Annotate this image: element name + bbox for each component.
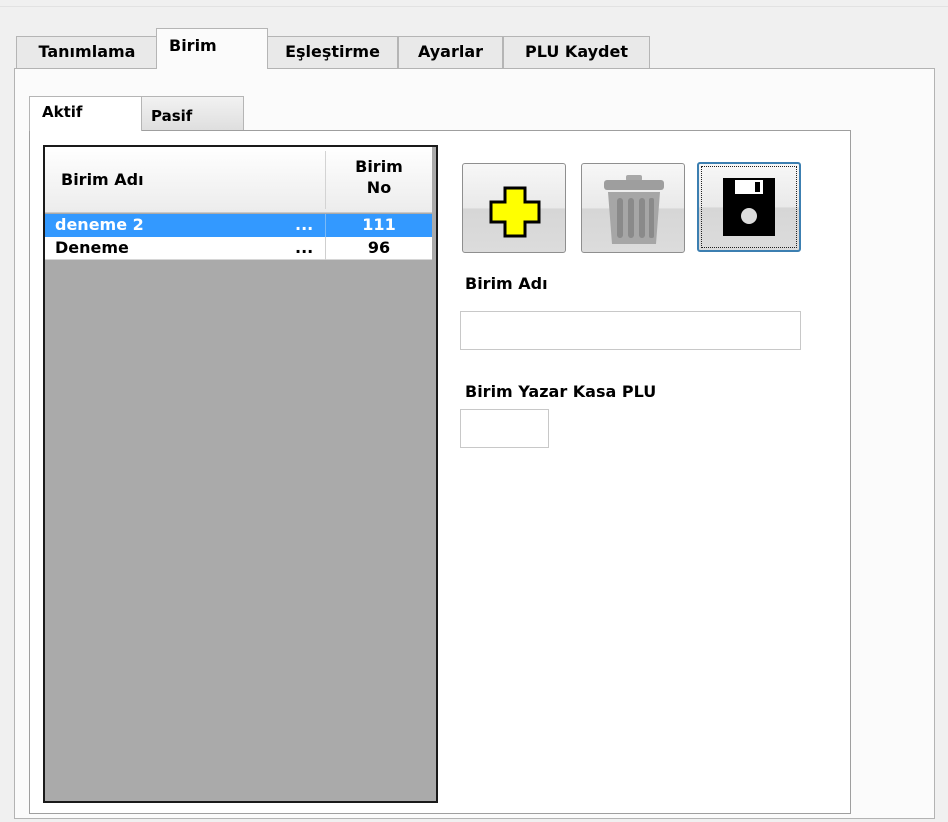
tab-pasif[interactable]: Pasif: [141, 96, 244, 131]
table-row[interactable]: Deneme ... 96: [45, 237, 432, 260]
row-birim-no: 96: [367, 238, 391, 257]
tab-ayarlar-label: Ayarlar: [417, 42, 484, 61]
tab-aktif-label: Aktif: [42, 103, 83, 121]
column-header-birim-no[interactable]: Birim No: [326, 147, 432, 213]
tab-ayarlar[interactable]: Ayarlar: [398, 36, 503, 70]
save-button[interactable]: [697, 162, 801, 252]
birim-grid[interactable]: Birim Adı Birim No deneme 2 ... 111 Dene…: [43, 145, 438, 803]
table-row[interactable]: deneme 2 ... 111: [45, 214, 432, 237]
column-header-birim-no-line2: No: [366, 178, 392, 197]
row-birim-adi: deneme 2: [55, 215, 144, 234]
main-tab-strip: Tanımlama Birim Eşleştirme Ayarlar PLU K…: [0, 0, 948, 70]
tab-plu-kaydet-label: PLU Kaydet: [525, 42, 628, 61]
row-birim-adi: Deneme: [55, 238, 129, 257]
tab-plu-kaydet[interactable]: PLU Kaydet: [503, 36, 650, 70]
row-birim-no: 111: [362, 215, 396, 234]
tab-aktif[interactable]: Aktif: [29, 96, 142, 131]
grid-header: Birim Adı Birim No: [45, 147, 432, 213]
column-header-birim-no-line1: Birim: [355, 157, 403, 176]
tab-tanimlama-label: Tanımlama: [38, 42, 136, 61]
tab-eslestirme-label: Eşleştirme: [285, 42, 380, 61]
column-header-birim-adi-label: Birim Adı: [61, 170, 144, 189]
tab-birim-label: Birim: [169, 36, 217, 55]
tab-eslestirme[interactable]: Eşleştirme: [267, 36, 398, 70]
tab-tanimlama[interactable]: Tanımlama: [16, 36, 158, 70]
trash-icon: [604, 175, 664, 244]
birim-adi-input[interactable]: [460, 311, 801, 350]
birim-yazar-kasa-plu-label: Birim Yazar Kasa PLU: [465, 382, 657, 401]
row-ellipsis: ...: [295, 238, 314, 257]
plus-icon: [489, 186, 541, 238]
row-ellipsis: ...: [295, 215, 314, 234]
tab-pasif-label: Pasif: [151, 107, 193, 125]
delete-button[interactable]: [581, 163, 685, 253]
floppy-disk-icon: [723, 178, 775, 236]
column-header-birim-adi[interactable]: Birim Adı: [61, 147, 144, 213]
tab-birim[interactable]: Birim: [156, 28, 268, 69]
birim-adi-label: Birim Adı: [465, 274, 548, 293]
add-button[interactable]: [462, 163, 566, 253]
birim-yazar-kasa-plu-input[interactable]: [460, 409, 549, 448]
